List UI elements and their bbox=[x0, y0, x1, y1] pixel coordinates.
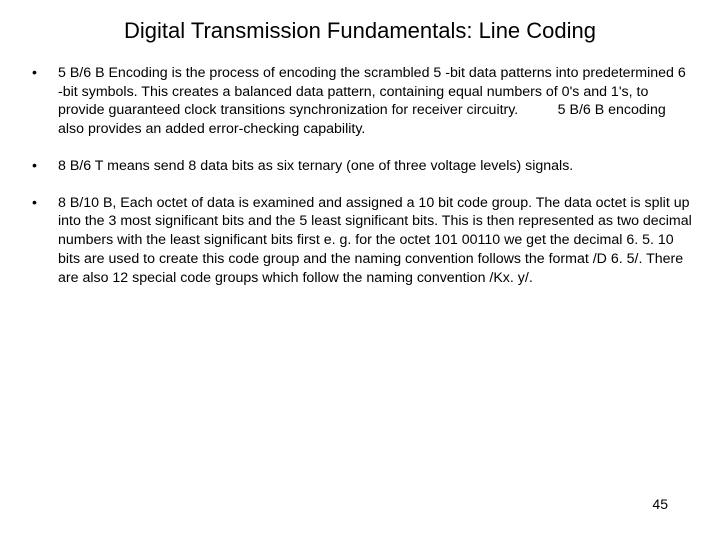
bullet-list: • 5 B/6 B Encoding is the process of enc… bbox=[28, 64, 692, 287]
list-item: • 8 B/10 B, Each octet of data is examin… bbox=[28, 194, 692, 288]
slide: Digital Transmission Fundamentals: Line … bbox=[0, 0, 720, 540]
bullet-text: 5 B/6 B Encoding is the process of encod… bbox=[58, 64, 692, 139]
list-item: • 5 B/6 B Encoding is the process of enc… bbox=[28, 64, 692, 139]
bullet-marker: • bbox=[28, 157, 58, 176]
list-item: • 8 B/6 T means send 8 data bits as six … bbox=[28, 157, 692, 176]
page-number: 45 bbox=[652, 496, 668, 512]
bullet-marker: • bbox=[28, 64, 58, 139]
bullet-text: 8 B/10 B, Each octet of data is examined… bbox=[58, 194, 692, 288]
bullet-text: 8 B/6 T means send 8 data bits as six te… bbox=[58, 157, 692, 176]
slide-title: Digital Transmission Fundamentals: Line … bbox=[28, 18, 692, 44]
bullet-marker: • bbox=[28, 194, 58, 288]
